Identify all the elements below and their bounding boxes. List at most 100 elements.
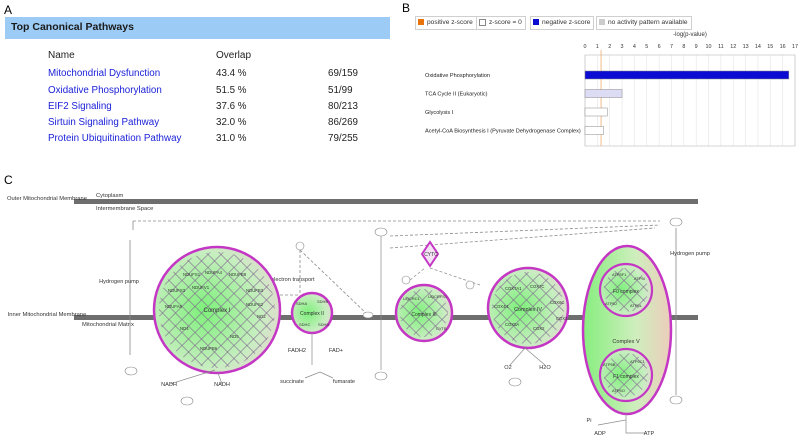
bar[interactable]: [584, 70, 790, 80]
svg-text:NDUFS2: NDUFS2: [246, 302, 264, 307]
table-row: Protein Ubiquitination Pathway 31.0 % 79…: [0, 133, 400, 149]
overlap-fraction: 51/99: [328, 85, 353, 96]
electron-node: [295, 241, 305, 251]
x-tick-label: 1: [596, 44, 599, 50]
svg-text:NDUFB8: NDUFB8: [229, 272, 247, 277]
electron-transport-label: electron transport: [271, 277, 315, 283]
overlap-percent: 32.0 %: [216, 117, 247, 128]
h2o-label: H2O: [539, 365, 551, 371]
pathway-link[interactable]: Sirtuin Signaling Pathway: [48, 117, 159, 128]
svg-text:UQCRC1: UQCRC1: [403, 296, 421, 301]
overlap-fraction: 80/213: [328, 101, 358, 112]
outer-membrane-label: Outer Mitochondrial Membrane: [7, 196, 87, 202]
category-label: TCA Cycle II (Eukaryotic): [425, 92, 488, 98]
svg-text:ATP5J: ATP5J: [605, 301, 617, 306]
svg-text:COX5A: COX5A: [505, 322, 519, 327]
atp-label: ATP: [644, 431, 655, 437]
svg-text:NDUFS1: NDUFS1: [183, 272, 201, 277]
pi-label: Pi: [587, 418, 592, 424]
svg-text:NDUFB3: NDUFB3: [246, 288, 264, 293]
svg-text:CYTB: CYTB: [436, 326, 447, 331]
x-tick-label: 0: [584, 44, 587, 50]
x-axis-title: -log(p-value): [673, 32, 707, 38]
complex-v-label: Complex V: [612, 339, 640, 345]
pathway-bar-chart-panel: positive z-score z-score = 0 negative z-…: [400, 0, 800, 160]
h-plus-node: [374, 227, 388, 237]
pathway-link[interactable]: Oxidative Phosphorylation: [48, 85, 162, 96]
x-tick-label: 3: [621, 44, 624, 50]
svg-text:SDHB: SDHB: [317, 299, 328, 304]
h-plus-node: [124, 366, 138, 376]
x-tick-label: 2: [608, 44, 611, 50]
svg-text:NDUFS3: NDUFS3: [168, 288, 186, 293]
table-row: Oxidative Phosphorylation 51.5 % 51/99: [0, 85, 400, 101]
h-plus-node: [669, 395, 683, 405]
overlap-percent: 31.0 %: [216, 133, 247, 144]
x-tick-label: 8: [682, 44, 685, 50]
category-label: Oxidative Phosphorylation: [425, 73, 490, 79]
x-tick-label: 17: [792, 44, 798, 50]
pathway-link[interactable]: EIF2 Signaling: [48, 101, 112, 112]
overlap-fraction: 86/269: [328, 117, 358, 128]
oxphos-diagram-panel: Outer Mitochondrial Membrane Cytoplasm I…: [0, 170, 800, 438]
intermembrane-label: Intermembrane Space: [96, 206, 153, 212]
adp-label: ADP: [594, 431, 606, 437]
column-header-name: Name: [48, 50, 75, 61]
cytc-label: CYTC: [424, 252, 438, 258]
overlap-fraction: 79/255: [328, 133, 358, 144]
electron-node: [465, 280, 475, 290]
outer-membrane-line: [74, 199, 698, 204]
svg-text:ATP5B: ATP5B: [603, 362, 616, 367]
svg-text:NDUFV1: NDUFV1: [192, 285, 210, 290]
category-label: Acetyl-CoA Biosynthesis I (Pyruvate Dehy…: [425, 129, 581, 135]
overlap-percent: 37.6 %: [216, 101, 247, 112]
overlap-percent: 51.5 %: [216, 85, 247, 96]
svg-text:ND2: ND2: [257, 314, 266, 319]
complex-iii-label: Complex III: [411, 312, 436, 318]
fadh2-label: FADH2: [288, 348, 306, 354]
x-tick-label: 13: [743, 44, 749, 50]
f1-complex-label: F1 complex: [613, 374, 639, 380]
bar[interactable]: [584, 89, 623, 98]
svg-text:ATP5I: ATP5I: [634, 276, 645, 281]
svg-text:COX6C: COX6C: [550, 300, 564, 305]
fad-label: FAD+: [329, 348, 343, 354]
x-tick-label: 4: [633, 44, 636, 50]
electron-node: [401, 275, 411, 285]
x-tick-label: 10: [706, 44, 712, 50]
oxphos-diagram: Outer Mitochondrial Membrane Cytoplasm I…: [7, 193, 710, 437]
overlap-fraction: 69/159: [328, 68, 358, 79]
o2-label: O2: [504, 365, 511, 371]
bar[interactable]: [584, 107, 608, 117]
complex-iv-label: Complex IV: [514, 307, 542, 313]
x-tick-label: 14: [755, 44, 761, 50]
x-tick-label: 5: [645, 44, 648, 50]
x-tick-label: 16: [780, 44, 786, 50]
x-tick-label: 9: [695, 44, 698, 50]
hydrogen-pump-right-label: Hydrogen pump: [670, 251, 710, 257]
hydrogen-pump-left-label: Hydrogen pump: [99, 279, 139, 285]
column-header-overlap: Overlap: [216, 50, 252, 61]
h-plus-node: [669, 217, 683, 227]
svg-text:SDHA: SDHA: [296, 301, 307, 306]
h-plus-node: [374, 371, 388, 381]
complex-ii-label: Complex II: [300, 311, 324, 317]
x-tick-label: 11: [718, 44, 724, 50]
cytoplasm-label: Cytoplasm: [96, 193, 124, 199]
table-title: Top Canonical Pathways: [11, 21, 134, 33]
svg-text:COX3: COX3: [556, 316, 568, 321]
svg-text:ND5: ND5: [230, 334, 239, 339]
svg-text:COX7A1: COX7A1: [505, 286, 522, 291]
fumarate-label: fumarate: [333, 379, 355, 385]
table-row: Mitochondrial Dysfunction 43.4 % 69/159: [0, 68, 400, 84]
pathway-link[interactable]: Protein Ubiquitination Pathway: [48, 133, 181, 144]
table-row: EIF2 Signaling 37.6 % 80/213: [0, 101, 400, 117]
svg-text:NDUFB6: NDUFB6: [200, 346, 218, 351]
bar-chart: -log(p-value)0 1 2 3 4 5 6 7 8 9 10 11 12 13 14 15 16 17 …: [425, 32, 798, 147]
table-header-bar: Top Canonical Pathways: [5, 17, 390, 39]
plot-frame: [584, 54, 796, 147]
bar[interactable]: [584, 126, 604, 135]
pathway-link[interactable]: Mitochondrial Dysfunction: [48, 68, 160, 79]
svg-text:SDHD: SDHD: [318, 322, 329, 327]
inner-membrane-label: Inner Mitochondrial Membrane: [8, 312, 87, 318]
